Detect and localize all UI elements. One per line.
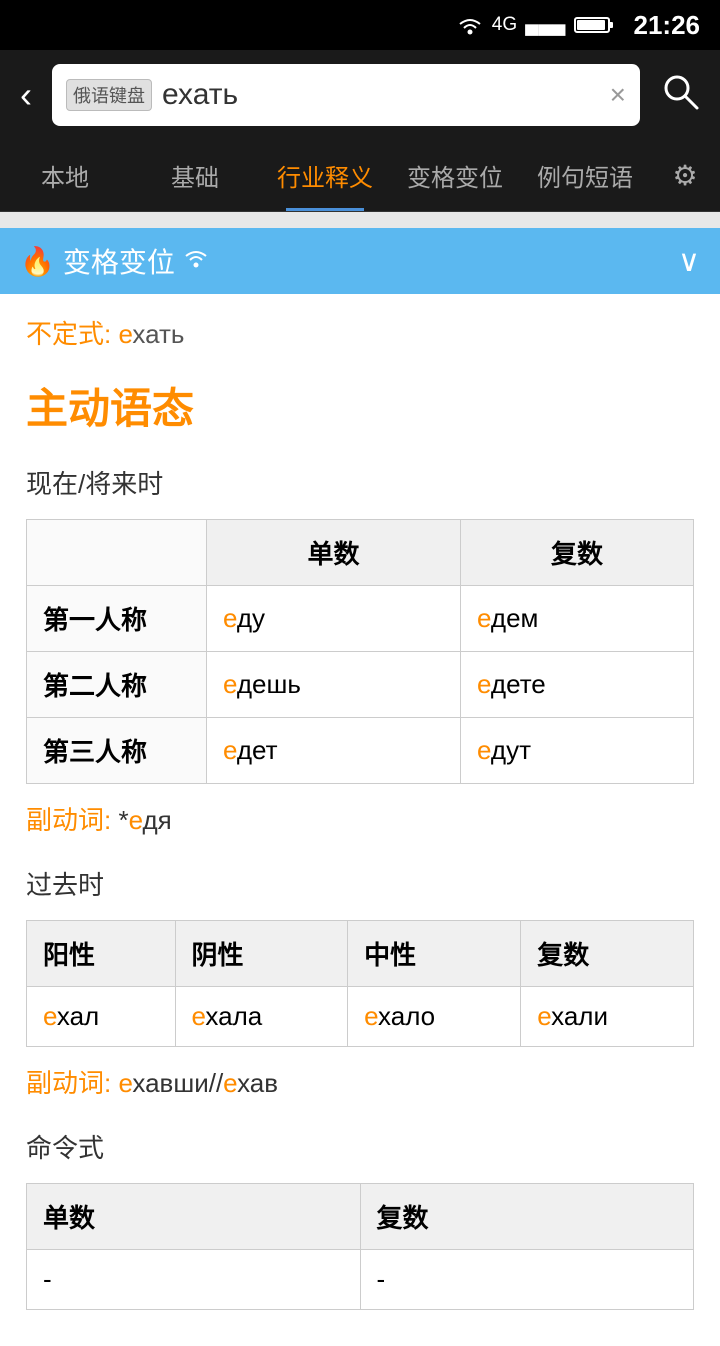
present-future-label: 现在/将来时 xyxy=(26,464,694,501)
battery-icon xyxy=(574,15,614,35)
chevron-down-icon: ∨ xyxy=(678,244,700,279)
participle-1-label: 副动词: xyxy=(26,805,111,835)
person-1-label: 第一人称 xyxy=(27,586,207,652)
wifi-icon xyxy=(456,15,484,35)
settings-button[interactable]: ⚙ xyxy=(650,140,720,211)
imperative-table: 单数 复数 - - xyxy=(26,1183,694,1310)
status-bar: 4G ▄▄▄ 21:26 xyxy=(0,0,720,50)
blue-section-header[interactable]: 🔥 变格变位 ∨ xyxy=(0,228,720,294)
person-1-plural: едем xyxy=(461,586,694,652)
person-2-singular: едешь xyxy=(207,652,461,718)
tab-basic-label: 基础 xyxy=(171,158,219,193)
tab-bar: 本地 基础 行业释义 变格变位 例句短语 ⚙ xyxy=(0,140,720,212)
network-type: 4G xyxy=(492,14,517,36)
person-3-plural: едут xyxy=(461,718,694,784)
infinitive-rest: хать xyxy=(132,319,184,349)
person-3-singular: едет xyxy=(207,718,461,784)
imperative-label: 命令式 xyxy=(26,1128,694,1165)
wifi-small-icon xyxy=(183,248,209,274)
imperative-header-row: 单数 复数 xyxy=(27,1184,694,1250)
settings-icon: ⚙ xyxy=(672,159,697,192)
table-row: 第三人称 едет едут xyxy=(27,718,694,784)
tab-conjugation-label: 变格变位 xyxy=(407,158,503,193)
signal-bars: ▄▄▄ xyxy=(525,14,565,36)
blue-header-title: 🔥 变格变位 xyxy=(20,241,209,281)
search-button[interactable] xyxy=(650,61,710,130)
imperative-header-plural: 复数 xyxy=(360,1184,694,1250)
past-tense-table: 阳性 阴性 中性 复数 ехал ехала ехало ехали xyxy=(26,920,694,1047)
table-row: 第一人称 еду едем xyxy=(27,586,694,652)
status-icons: 4G ▄▄▄ xyxy=(456,14,614,36)
present-future-table: 单数 复数 第一人称 еду едем 第二人称 едешь едет xyxy=(26,519,694,784)
infinitive-line: 不定式: ехать xyxy=(26,314,694,351)
past-header-plur: 复数 xyxy=(521,921,694,987)
person-2-label: 第二人称 xyxy=(27,652,207,718)
tab-basic[interactable]: 基础 xyxy=(130,140,260,211)
tab-local-label: 本地 xyxy=(41,158,89,193)
tab-local[interactable]: 本地 xyxy=(0,140,130,211)
table-header-empty xyxy=(27,520,207,586)
past-neut-val: ехало xyxy=(348,987,521,1047)
table-row: ехал ехала ехало ехали xyxy=(27,987,694,1047)
table-row: 第二人称 едешь едете xyxy=(27,652,694,718)
past-table-header-row: 阳性 阴性 中性 复数 xyxy=(27,921,694,987)
person-1-singular: еду xyxy=(207,586,461,652)
participle-1-prefix: * xyxy=(118,805,128,835)
search-input-text[interactable]: ехать xyxy=(162,78,600,112)
participle-2-label: 副动词: xyxy=(26,1068,111,1098)
past-masc-val: ехал xyxy=(27,987,176,1047)
table-header-plural: 复数 xyxy=(461,520,694,586)
past-header-neut: 中性 xyxy=(348,921,521,987)
past-fem-val: ехала xyxy=(175,987,348,1047)
back-button[interactable]: ‹ xyxy=(10,64,42,126)
status-time: 21:26 xyxy=(634,10,701,41)
table-header-singular: 单数 xyxy=(207,520,461,586)
tab-conjugation[interactable]: 变格变位 xyxy=(390,140,520,211)
imperative-header-singular: 单数 xyxy=(27,1184,361,1250)
infinitive-orange-char: е xyxy=(118,319,132,349)
active-voice-title: 主动语态 xyxy=(26,375,694,436)
past-plur-val: ехали xyxy=(521,987,694,1047)
tab-industry-label: 行业释义 xyxy=(277,158,373,193)
adverbial-participle-1: 副动词: *едя xyxy=(26,800,694,837)
person-2-plural: едете xyxy=(461,652,694,718)
section-divider xyxy=(0,212,720,228)
past-tense-label: 过去时 xyxy=(26,865,694,902)
tab-industry[interactable]: 行业释义 xyxy=(260,140,390,211)
top-bar: ‹ 俄语键盘 ехать × xyxy=(0,50,720,140)
past-header-fem: 阴性 xyxy=(175,921,348,987)
keyboard-badge: 俄语键盘 xyxy=(66,79,152,111)
tab-examples[interactable]: 例句短语 xyxy=(520,140,650,211)
blue-header-text: 变格变位 xyxy=(63,241,175,281)
infinitive-label: 不定式: xyxy=(26,319,111,349)
person-3-label: 第三人称 xyxy=(27,718,207,784)
past-header-masc: 阳性 xyxy=(27,921,176,987)
fire-icon: 🔥 xyxy=(20,245,55,278)
search-box[interactable]: 俄语键盘 ехать × xyxy=(52,64,640,126)
clear-button[interactable]: × xyxy=(610,79,626,111)
search-icon xyxy=(660,71,700,111)
tab-examples-label: 例句短语 xyxy=(537,158,633,193)
main-content: 不定式: ехать 主动语态 现在/将来时 单数 复数 第一人称 еду ед… xyxy=(0,294,720,1346)
adverbial-participle-2: 副动词: ехавши//ехав xyxy=(26,1063,694,1100)
